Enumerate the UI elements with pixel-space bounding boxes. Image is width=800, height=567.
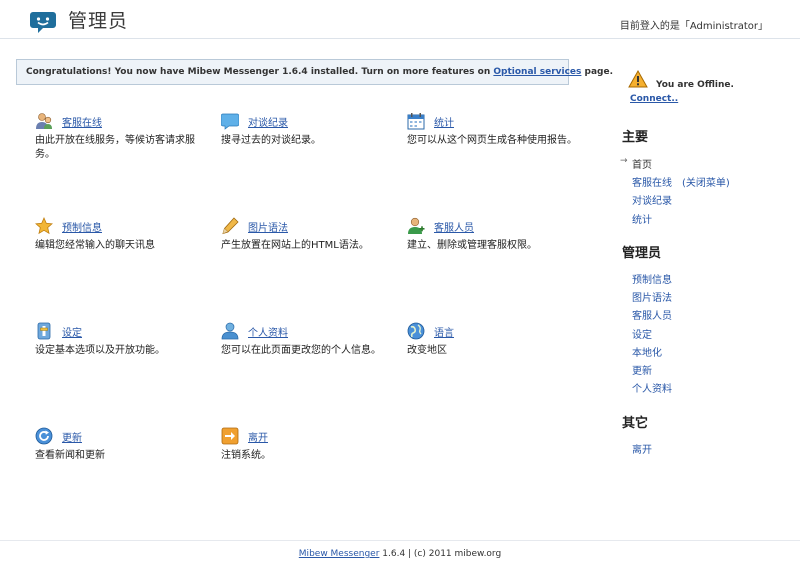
menu-item-desc: 由此开放在线服务，等候访客请求服务。 (35, 135, 195, 160)
sidebar-heading-main: 主要 (622, 130, 649, 145)
menu-item-desc: 产生放置在网站上的HTML语法。 (221, 240, 369, 251)
menu-item-title[interactable]: 客服在线 (62, 114, 102, 129)
sidebar-link-users-online[interactable]: 客服在线 (632, 178, 672, 189)
refresh-icon (35, 427, 53, 445)
footer: Mibew Messenger 1.6.4 | (c) 2011 mibew.o… (0, 540, 800, 567)
status-box: You are Offline. Connect.. (628, 70, 788, 110)
menu-item-desc: 您可以在此页面更改您的个人信息。 (221, 345, 381, 356)
sidebar-item-button-code[interactable]: 图片语法 (632, 289, 672, 304)
menu-item-desc: 改变地区 (407, 345, 447, 356)
sidebar-heading-admin: 管理员 (622, 246, 662, 261)
install-notice: Congratulations! You now have Mibew Mess… (16, 59, 613, 85)
mibew-link[interactable]: Mibew Messenger (299, 549, 380, 559)
logout-icon (221, 427, 239, 445)
sidebar-item-logout[interactable]: 离开 (632, 441, 652, 456)
sidebar-item-profile[interactable]: 个人资料 (632, 380, 672, 395)
globe-icon (407, 322, 425, 340)
user-add-icon (408, 217, 425, 234)
warning-icon (628, 70, 648, 88)
chat-logo-icon (30, 12, 56, 33)
menu-item-title[interactable]: 预制信息 (62, 219, 102, 234)
menu-item-title[interactable]: 统计 (434, 114, 454, 129)
menu-item-title[interactable]: 语言 (434, 324, 454, 339)
header: 管理员 目前登入的是「Administrator」 (0, 0, 800, 39)
close-menu-link[interactable]: (关闭菜单) (682, 178, 730, 189)
menu-item-desc: 设定基本选项以及开放功能。 (35, 345, 165, 356)
profile-icon (221, 322, 239, 340)
settings-icon (37, 322, 51, 340)
calendar-icon (407, 113, 425, 130)
sidebar-item-settings[interactable]: 设定 (632, 326, 652, 341)
notice-suffix: page. (581, 67, 614, 77)
chat-bubble-icon (221, 113, 239, 130)
sidebar-heading-other: 其它 (622, 416, 649, 431)
menu-item-title[interactable]: 离开 (248, 429, 268, 444)
menu-item-title[interactable]: 图片语法 (248, 219, 288, 234)
sidebar-item-users-online: 客服在线 (关闭菜单) (632, 174, 730, 189)
user-info: 目前登入的是「Administrator」 (619, 21, 768, 32)
notice-text: Congratulations! You now have Mibew Mess… (26, 67, 494, 77)
optional-services-link[interactable]: Optional services (493, 67, 581, 77)
sidebar-item-statistics[interactable]: 统计 (632, 211, 652, 226)
sidebar-item-canned-messages[interactable]: 预制信息 (632, 271, 672, 286)
sidebar-item-updates[interactable]: 更新 (632, 362, 652, 377)
menu-item-title[interactable]: 客服人员 (434, 219, 474, 234)
star-icon (35, 217, 53, 235)
menu-item-desc: 编辑您经常输入的聊天讯息 (35, 240, 155, 251)
menu-item-desc: 您可以从这个网页生成各种使用报告。 (407, 135, 577, 146)
sidebar-item-history[interactable]: 对谈纪录 (632, 192, 672, 207)
sidebar-item-home[interactable]: 首页 (620, 156, 652, 171)
menu-item-desc: 建立、删除或管理客服权限。 (407, 240, 537, 251)
users-icon (36, 113, 52, 129)
menu-item-desc: 注销系统。 (221, 450, 271, 461)
offline-status: You are Offline. (656, 80, 734, 90)
menu-item-title[interactable]: 个人资料 (248, 324, 288, 339)
menu-item-title[interactable]: 更新 (62, 429, 82, 444)
sidebar-item-operators[interactable]: 客服人员 (632, 307, 672, 322)
footer-copyright: 1.6.4 | (c) 2011 mibew.org (379, 549, 502, 559)
pencil-icon (222, 217, 239, 235)
menu-item-title[interactable]: 设定 (62, 324, 82, 339)
menu-item-title[interactable]: 对谈纪录 (248, 114, 288, 129)
page-title: 管理员 (68, 10, 129, 32)
footer-text: Mibew Messenger 1.6.4 | (c) 2011 mibew.o… (0, 549, 800, 559)
sidebar-item-localization[interactable]: 本地化 (632, 344, 662, 359)
connect-link[interactable]: Connect.. (630, 94, 678, 104)
menu-item-desc: 查看新闻和更新 (35, 450, 105, 461)
menu-item-desc: 搜寻过去的对谈纪录。 (221, 135, 321, 146)
